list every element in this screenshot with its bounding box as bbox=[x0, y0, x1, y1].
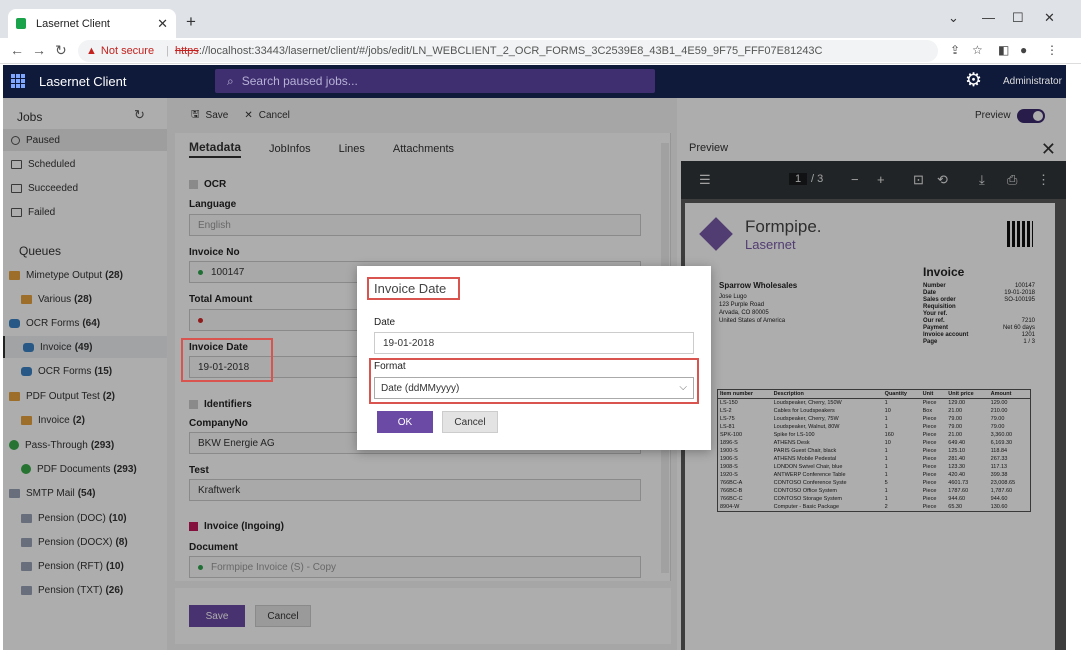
browser-tab-bar: Lasernet Client ✕ + ⌄ — ☐ ✕ bbox=[0, 0, 1081, 38]
search-placeholder: Search paused jobs... bbox=[241, 74, 358, 88]
share-icon[interactable]: ⇪ bbox=[950, 43, 960, 57]
chevron-down-icon: ⌵ bbox=[679, 382, 687, 393]
not-secure-label: Not secure bbox=[100, 45, 155, 57]
app-launcher-icon[interactable] bbox=[11, 74, 25, 88]
profile-icon[interactable]: ● bbox=[1020, 43, 1027, 57]
minimize-icon[interactable]: — bbox=[982, 10, 995, 25]
close-window-icon[interactable]: ✕ bbox=[1044, 10, 1055, 26]
maximize-icon[interactable]: ☐ bbox=[1012, 10, 1024, 26]
new-tab-icon[interactable]: + bbox=[186, 12, 196, 32]
dialog-title: Invoice Date bbox=[367, 277, 460, 300]
invoice-date-dialog: Invoice Date Date 19-01-2018 Format Date… bbox=[357, 266, 711, 450]
app-brand: Lasernet Client bbox=[39, 74, 127, 89]
user-name[interactable]: Administrator bbox=[1003, 76, 1062, 87]
invoice-date-highlight bbox=[181, 338, 273, 382]
url-scheme: https bbox=[174, 45, 199, 57]
dialog-date-input[interactable]: 19-01-2018 bbox=[374, 332, 694, 354]
ok-button[interactable]: OK bbox=[377, 411, 433, 433]
address-bar-row: ← → ↻ ▲ Not secure | https ://localhost:… bbox=[0, 38, 1081, 64]
close-tab-icon[interactable]: ✕ bbox=[157, 16, 168, 32]
gear-icon[interactable]: ⚙ bbox=[965, 69, 982, 92]
format-select[interactable]: Date (ddMMyyyy) ⌵ bbox=[374, 377, 694, 399]
tab-search-chevron-icon[interactable]: ⌄ bbox=[948, 10, 959, 26]
app-header: Lasernet Client ⌕ Search paused jobs... … bbox=[3, 65, 1066, 98]
url-field[interactable]: ▲ Not secure | https ://localhost:33443/… bbox=[78, 40, 938, 62]
side-panel-icon[interactable]: ◧ bbox=[998, 43, 1009, 57]
url-separator: | bbox=[166, 45, 169, 57]
dialog-format-label: Format bbox=[374, 361, 406, 372]
dialog-date-label: Date bbox=[374, 317, 396, 328]
forward-icon[interactable]: → bbox=[32, 42, 46, 58]
bookmark-star-icon[interactable]: ☆ bbox=[972, 43, 983, 57]
browser-tab-title: Lasernet Client bbox=[36, 17, 110, 30]
browser-menu-icon[interactable]: ⋮ bbox=[1046, 43, 1058, 57]
format-select-value: Date (ddMMyyyy) bbox=[381, 382, 460, 394]
browser-tab[interactable]: Lasernet Client ✕ bbox=[8, 9, 176, 38]
search-icon: ⌕ bbox=[227, 73, 234, 88]
url-text: ://localhost:33443/lasernet/client/#/job… bbox=[198, 45, 823, 57]
lasernet-favicon-icon bbox=[16, 18, 26, 29]
reload-icon[interactable]: ↻ bbox=[55, 42, 67, 59]
search-input[interactable]: ⌕ Search paused jobs... bbox=[215, 69, 655, 93]
dialog-cancel-button[interactable]: Cancel bbox=[442, 411, 498, 433]
back-icon[interactable]: ← bbox=[10, 42, 24, 58]
warning-icon: ▲ bbox=[86, 45, 97, 57]
